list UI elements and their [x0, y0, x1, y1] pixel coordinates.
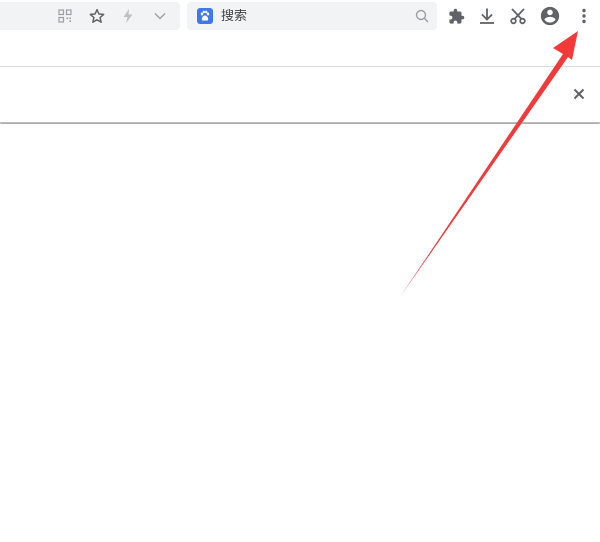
- chevron-down-icon[interactable]: [152, 8, 168, 24]
- search-input[interactable]: [221, 8, 401, 24]
- bookmark-bar: [0, 33, 600, 67]
- browser-window: [0, 0, 600, 542]
- lightning-icon[interactable]: [120, 8, 136, 24]
- page-content: [0, 124, 600, 542]
- baidu-paw-icon: [197, 8, 213, 24]
- scissors-icon[interactable]: [508, 6, 528, 26]
- address-bar[interactable]: [0, 2, 180, 30]
- extensions-puzzle-icon[interactable]: [446, 6, 466, 26]
- star-icon[interactable]: [88, 7, 106, 25]
- magnifier-icon[interactable]: [415, 9, 429, 28]
- close-icon[interactable]: [572, 87, 586, 101]
- download-icon[interactable]: [477, 6, 497, 26]
- more-vert-icon[interactable]: [575, 6, 593, 26]
- account-circle-icon[interactable]: [539, 5, 561, 27]
- browser-toolbar: [0, 0, 600, 33]
- search-box[interactable]: [187, 2, 437, 30]
- qr-code-icon[interactable]: [57, 8, 73, 24]
- info-bar: [0, 67, 600, 123]
